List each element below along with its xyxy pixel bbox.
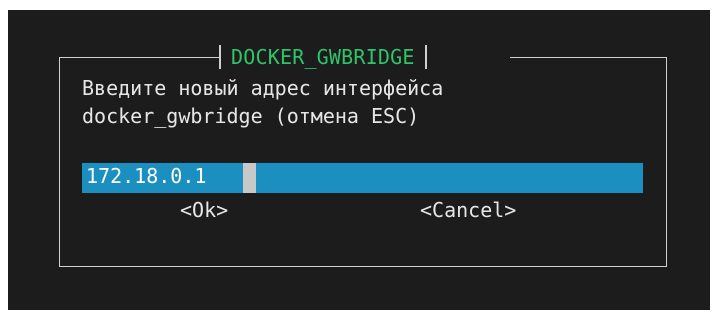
prompt-text-line-1: Введите новый адрес интерфейса (82, 76, 444, 100)
dialog-title: DOCKER_GWBRIDGE (231, 45, 415, 69)
dialog-top-border-right (510, 57, 667, 58)
dialog-top-border-left (59, 57, 219, 58)
terminal-window: DOCKER_GWBRIDGE Введите новый адрес инте… (8, 10, 710, 310)
address-input-value: 172.18.0.1 (86, 164, 207, 188)
ok-button[interactable]: <Ok> (180, 198, 228, 222)
dialog-title-wrap: DOCKER_GWBRIDGE (219, 42, 427, 72)
prompt-text-line-2: docker_gwbridge (отмена ESC) (82, 104, 420, 128)
address-input[interactable]: 172.18.0.1 (82, 163, 643, 193)
text-cursor (243, 163, 256, 193)
cancel-button[interactable]: <Cancel> (420, 198, 516, 222)
title-bracket-right (424, 45, 427, 69)
